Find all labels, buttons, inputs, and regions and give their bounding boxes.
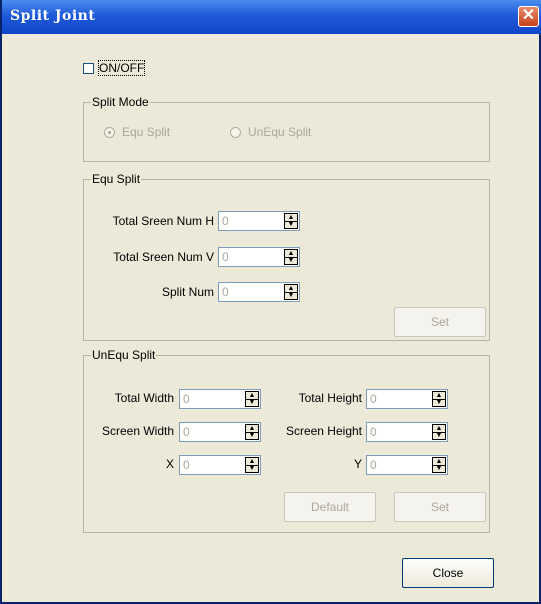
- screen-height-input[interactable]: 0 ▲ ▼: [366, 422, 448, 442]
- onoff-checkbox[interactable]: [83, 63, 94, 74]
- close-icon[interactable]: ✕: [518, 6, 539, 27]
- equ-split-title: Equ Split: [91, 172, 142, 186]
- total-width-value: 0: [183, 392, 190, 406]
- radio-selected-dot: [108, 131, 111, 134]
- total-screen-num-v-label: Total Sreen Num V: [113, 250, 214, 264]
- total-screen-num-h-value: 0: [222, 214, 229, 228]
- split-num-spinner[interactable]: ▲ ▼: [284, 284, 298, 300]
- screen-width-value: 0: [183, 425, 190, 439]
- total-screen-num-v-spinner[interactable]: ▲ ▼: [284, 249, 298, 265]
- screen-height-label: Screen Height: [285, 424, 362, 438]
- spin-down-icon[interactable]: ▼: [285, 292, 297, 299]
- screen-height-value: 0: [370, 425, 377, 439]
- y-input[interactable]: 0 ▲ ▼: [366, 455, 448, 475]
- y-label: Y: [353, 457, 362, 471]
- unequ-split-set-button[interactable]: Set: [394, 492, 486, 522]
- total-width-spinner[interactable]: ▲ ▼: [245, 391, 259, 407]
- radio-unequ-split-label: UnEqu Split: [248, 125, 312, 139]
- split-num-input[interactable]: 0 ▲ ▼: [218, 282, 300, 302]
- total-height-label: Total Height: [298, 391, 362, 405]
- total-height-input[interactable]: 0 ▲ ▼: [366, 389, 448, 409]
- title-bar[interactable]: Split Joint ✕: [2, 0, 541, 34]
- dialog-body: ON/OFF Split Mode Equ Split UnEqu Split …: [2, 34, 539, 602]
- screen-width-input[interactable]: 0 ▲ ▼: [179, 422, 261, 442]
- spin-down-icon[interactable]: ▼: [433, 399, 445, 406]
- spin-down-icon[interactable]: ▼: [433, 432, 445, 439]
- split-mode-title: Split Mode: [91, 95, 150, 109]
- total-height-spinner[interactable]: ▲ ▼: [432, 391, 446, 407]
- unequ-split-title: UnEqu Split: [91, 348, 157, 362]
- x-label: X: [165, 457, 174, 471]
- total-screen-num-v-input[interactable]: 0 ▲ ▼: [218, 247, 300, 267]
- spin-down-icon[interactable]: ▼: [433, 465, 445, 472]
- radio-equ-split-label: Equ Split: [122, 125, 171, 139]
- spin-down-icon[interactable]: ▼: [246, 465, 258, 472]
- total-screen-num-h-spinner[interactable]: ▲ ▼: [284, 213, 298, 229]
- screen-width-spinner[interactable]: ▲ ▼: [245, 424, 259, 440]
- split-mode-group: Split Mode Equ Split UnEqu Split: [83, 95, 490, 162]
- spin-down-icon[interactable]: ▼: [285, 257, 297, 264]
- unequ-split-group: UnEqu Split Total Width 0 ▲ ▼ Total Heigh…: [83, 348, 490, 533]
- equ-split-group: Equ Split Total Sreen Num H 0 ▲ ▼ Total S…: [83, 172, 490, 341]
- equ-split-set-button[interactable]: Set: [394, 307, 486, 337]
- x-value: 0: [183, 458, 190, 472]
- radio-equ-split[interactable]: [104, 127, 115, 138]
- window-title: Split Joint: [10, 8, 96, 24]
- spin-down-icon[interactable]: ▼: [246, 432, 258, 439]
- total-width-label: Total Width: [114, 391, 174, 405]
- total-screen-num-v-value: 0: [222, 250, 229, 264]
- total-screen-num-h-input[interactable]: 0 ▲ ▼: [218, 211, 300, 231]
- screen-height-spinner[interactable]: ▲ ▼: [432, 424, 446, 440]
- default-button[interactable]: Default: [284, 492, 376, 522]
- x-input[interactable]: 0 ▲ ▼: [179, 455, 261, 475]
- y-value: 0: [370, 458, 377, 472]
- spin-down-icon[interactable]: ▼: [246, 399, 258, 406]
- spin-down-icon[interactable]: ▼: [285, 221, 297, 228]
- radio-unequ-split[interactable]: [230, 127, 241, 138]
- screen-width-label: Screen Width: [101, 424, 174, 438]
- total-height-value: 0: [370, 392, 377, 406]
- split-num-label: Split Num: [161, 285, 214, 299]
- x-spinner[interactable]: ▲ ▼: [245, 457, 259, 473]
- total-screen-num-h-label: Total Sreen Num H: [112, 214, 214, 228]
- split-num-value: 0: [222, 285, 229, 299]
- split-joint-dialog: Split Joint ✕ ON/OFF Split Mode Equ Spli…: [0, 0, 541, 604]
- onoff-label[interactable]: ON/OFF: [97, 60, 146, 76]
- y-spinner[interactable]: ▲ ▼: [432, 457, 446, 473]
- total-width-input[interactable]: 0 ▲ ▼: [179, 389, 261, 409]
- close-button[interactable]: Close: [402, 558, 494, 588]
